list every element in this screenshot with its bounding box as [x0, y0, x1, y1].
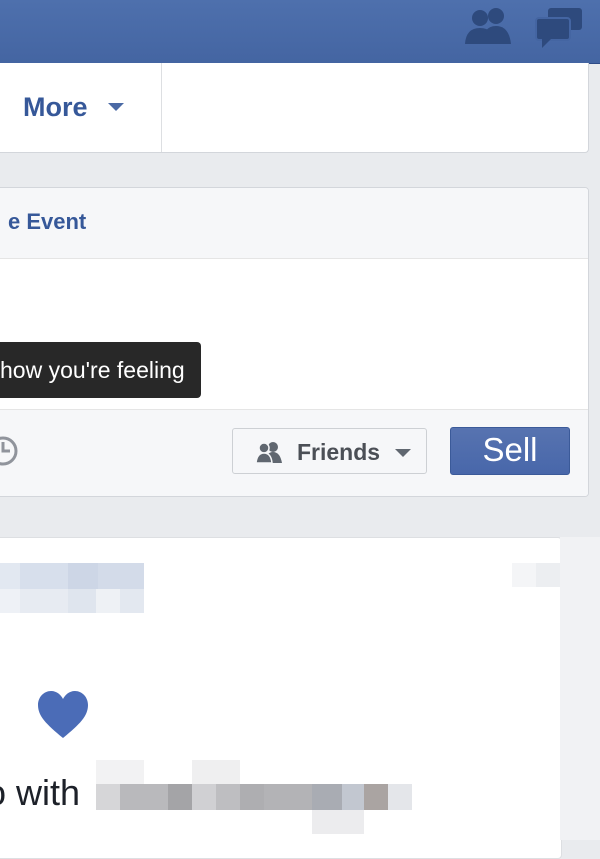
heart-icon [36, 690, 90, 745]
feeling-tooltip: how you're feeling [0, 342, 201, 398]
clock-icon[interactable] [0, 434, 20, 473]
tab-life-event[interactable]: e Event [8, 209, 86, 235]
audience-selector-button[interactable]: Friends [232, 428, 427, 474]
right-column-edge [560, 537, 600, 840]
friends-icon[interactable] [462, 6, 516, 51]
more-menu-button[interactable]: More [23, 92, 88, 123]
top-bar [0, 0, 600, 64]
post-text: o with [0, 772, 81, 813]
sell-button[interactable]: Sell [450, 427, 570, 475]
friends-icon [255, 441, 283, 468]
profile-nav-card [0, 63, 589, 153]
messages-icon[interactable] [534, 6, 586, 55]
chevron-down-icon [395, 449, 411, 457]
audience-label: Friends [297, 439, 381, 465]
chevron-down-icon[interactable] [108, 103, 124, 111]
nav-divider [161, 63, 162, 152]
tooltip-text: how you're feeling [0, 357, 185, 383]
composer-tabs [0, 188, 588, 259]
